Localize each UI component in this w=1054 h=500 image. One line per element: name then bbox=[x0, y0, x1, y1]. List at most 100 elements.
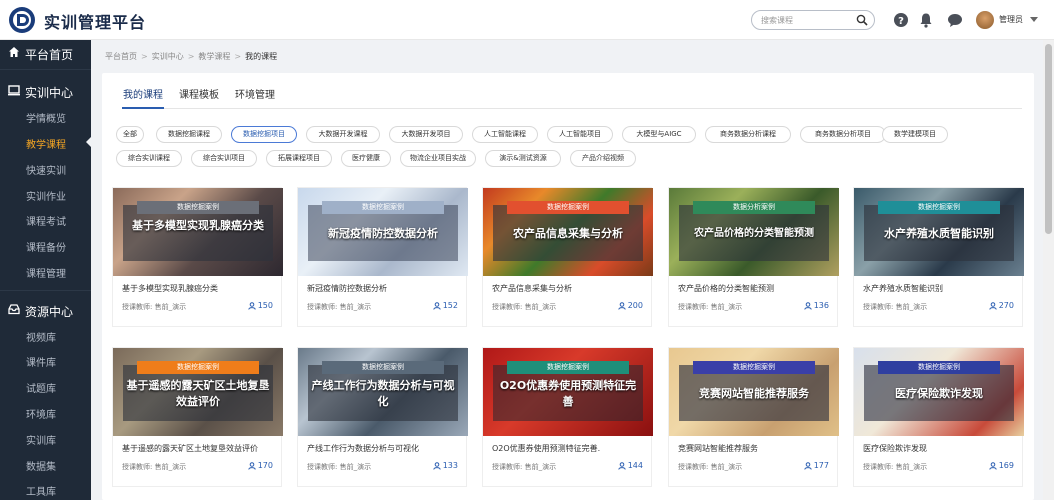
sidebar-item-environments[interactable]: 环境库 bbox=[26, 406, 56, 421]
filter-chip[interactable]: 全部 bbox=[116, 126, 144, 143]
course-name[interactable]: O2O优惠券使用预测特征完善. bbox=[492, 443, 647, 454]
user-icon bbox=[804, 462, 812, 470]
filter-chip[interactable]: 演示&测试资源 bbox=[485, 150, 561, 167]
sidebar-item-courses[interactable]: 教学课程 bbox=[26, 136, 66, 151]
course-name[interactable]: 基于多模型实现乳腺癌分类 bbox=[122, 283, 277, 294]
course-card[interactable]: 数据挖掘案例 农产品信息采集与分析 农产品信息采集与分析 授课教师: 售前_演示… bbox=[482, 187, 653, 327]
course-card[interactable]: 数据挖掘案例 基于多模型实现乳腺癌分类 基于多模型实现乳腺癌分类 授课教师: 售… bbox=[112, 187, 283, 327]
course-thumbnail[interactable]: 数据挖掘案例 基于多模型实现乳腺癌分类 bbox=[113, 188, 283, 276]
thumbnail-title: 新冠疫情防控数据分析 bbox=[328, 227, 438, 240]
course-card[interactable]: 数据分析案例 农产品价格的分类智能预测 农产品价格的分类智能预测 授课教师: 售… bbox=[668, 187, 839, 327]
chat-icon[interactable] bbox=[947, 12, 963, 28]
filter-chip[interactable]: 商务数据分析课程 bbox=[705, 126, 791, 143]
user-icon bbox=[804, 302, 812, 310]
sidebar-item-exams[interactable]: 课程考试 bbox=[26, 213, 66, 228]
course-thumbnail[interactable]: 数据挖掘案例 O2O优惠券使用预测特征完善 bbox=[483, 348, 653, 436]
view-count-value: 144 bbox=[627, 461, 643, 470]
course-name[interactable]: 农产品信息采集与分析 bbox=[492, 283, 647, 294]
sidebar-item-quick-training[interactable]: 快速实训 bbox=[26, 162, 66, 177]
course-name[interactable]: 医疗保险欺诈发现 bbox=[863, 443, 1018, 454]
filter-chip[interactable]: 大模型与AIGC bbox=[622, 126, 696, 143]
course-thumbnail[interactable]: 数据挖掘案例 水产养殖水质智能识别 bbox=[854, 188, 1024, 276]
course-thumbnail[interactable]: 数据挖掘案例 医疗保险欺诈发现 bbox=[854, 348, 1024, 436]
course-name[interactable]: 水产养殖水质智能识别 bbox=[863, 283, 1018, 294]
breadcrumb-courses[interactable]: 教学课程 bbox=[198, 51, 230, 62]
course-teacher: 授课教师: 售前_演示 bbox=[492, 463, 557, 471]
sidebar-item-questions[interactable]: 试题库 bbox=[26, 380, 56, 395]
course-card[interactable]: 数据挖掘案例 新冠疫情防控数据分析 新冠疫情防控数据分析 授课教师: 售前_演示… bbox=[297, 187, 468, 327]
filter-chip[interactable]: 数据挖掘课程 bbox=[156, 126, 222, 143]
thumbnail-title: O2O优惠券使用预测特征完善 bbox=[499, 379, 637, 408]
view-count: 136 bbox=[804, 301, 829, 310]
filter-chip[interactable]: 拓展课程项目 bbox=[266, 150, 332, 167]
course-name[interactable]: 产线工作行为数据分析与可视化 bbox=[307, 443, 462, 454]
search-icon[interactable] bbox=[856, 14, 868, 26]
chevron-down-icon[interactable] bbox=[1030, 17, 1038, 22]
filter-chip[interactable]: 大数据开发项目 bbox=[389, 126, 463, 143]
sidebar-item-overview[interactable]: 学情概览 bbox=[26, 110, 66, 125]
course-teacher: 授课教师: 售前_演示 bbox=[492, 303, 557, 311]
tab-my-courses[interactable]: 我的课程 bbox=[123, 86, 163, 101]
bell-icon[interactable] bbox=[918, 12, 934, 28]
tab-environment[interactable]: 环境管理 bbox=[235, 86, 275, 101]
view-count-value: 177 bbox=[813, 461, 829, 470]
course-name[interactable]: 农产品价格的分类智能预测 bbox=[678, 283, 833, 294]
course-card[interactable]: 数据挖掘案例 竞赛网站智能推荐服务 竞赛网站智能推荐服务 授课教师: 售前_演示… bbox=[668, 347, 839, 487]
filter-chip[interactable]: 人工智能项目 bbox=[547, 126, 613, 143]
sidebar-item-homework[interactable]: 实训作业 bbox=[26, 188, 66, 203]
filter-chip[interactable]: 物流企业项目实战 bbox=[400, 150, 476, 167]
user-icon bbox=[433, 302, 441, 310]
course-card[interactable]: 数据挖掘案例 基于遥感的露天矿区土地复垦效益评价 基于遥感的露天矿区土地复垦效益… bbox=[112, 347, 283, 487]
tab-course-templates[interactable]: 课程模板 bbox=[179, 86, 219, 101]
view-count: 150 bbox=[248, 301, 273, 310]
user-name[interactable]: 管理员 bbox=[999, 14, 1023, 25]
filter-chip[interactable]: 综合实训课程 bbox=[116, 150, 182, 167]
sidebar-item-slides[interactable]: 课件库 bbox=[26, 354, 56, 369]
course-teacher: 授课教师: 售前_演示 bbox=[307, 303, 372, 311]
scrollbar-thumb[interactable] bbox=[1045, 44, 1052, 234]
filter-chip[interactable]: 数学建模项目 bbox=[882, 126, 948, 143]
sidebar-item-backup[interactable]: 课程备份 bbox=[26, 239, 66, 254]
filter-chip[interactable]: 产品介绍视频 bbox=[570, 150, 636, 167]
avatar[interactable] bbox=[976, 11, 994, 29]
course-card[interactable]: 数据挖掘案例 医疗保险欺诈发现 医疗保险欺诈发现 授课教师: 售前_演示 169 bbox=[853, 347, 1024, 487]
course-teacher: 授课教师: 售前_演示 bbox=[307, 463, 372, 471]
breadcrumb-training[interactable]: 实训中心 bbox=[152, 51, 184, 62]
course-thumbnail[interactable]: 数据挖掘案例 新冠疫情防控数据分析 bbox=[298, 188, 468, 276]
course-card[interactable]: 数据挖掘案例 水产养殖水质智能识别 水产养殖水质智能识别 授课教师: 售前_演示… bbox=[853, 187, 1024, 327]
search-box[interactable] bbox=[751, 10, 875, 30]
filter-chip-active[interactable]: 数据挖掘项目 bbox=[231, 126, 297, 143]
course-name[interactable]: 基于遥感的露天矿区土地复垦效益评价 bbox=[122, 443, 277, 454]
filter-chip[interactable]: 人工智能课程 bbox=[472, 126, 538, 143]
course-thumbnail[interactable]: 数据挖掘案例 产线工作行为数据分析与可视化 bbox=[298, 348, 468, 436]
sidebar-item-videos[interactable]: 视频库 bbox=[26, 329, 56, 344]
course-thumbnail[interactable]: 数据分析案例 农产品价格的分类智能预测 bbox=[669, 188, 839, 276]
course-category-badge: 数据挖掘案例 bbox=[878, 201, 1000, 214]
course-teacher: 授课教师: 售前_演示 bbox=[122, 303, 187, 311]
view-count: 152 bbox=[433, 301, 458, 310]
filter-chip[interactable]: 医疗健康 bbox=[341, 150, 391, 167]
course-thumbnail[interactable]: 数据挖掘案例 农产品信息采集与分析 bbox=[483, 188, 653, 276]
view-count: 177 bbox=[804, 461, 829, 470]
help-icon[interactable]: ? bbox=[893, 12, 909, 28]
sidebar-item-tools[interactable]: 工具库 bbox=[26, 483, 56, 498]
course-name[interactable]: 新冠疫情防控数据分析 bbox=[307, 283, 462, 294]
course-category-badge: 数据分析案例 bbox=[693, 201, 815, 214]
page-scrollbar[interactable] bbox=[1043, 40, 1054, 500]
user-icon bbox=[248, 302, 256, 310]
filter-chip[interactable]: 商务数据分析项目 bbox=[800, 126, 886, 143]
sidebar-item-trainings[interactable]: 实训库 bbox=[26, 432, 56, 447]
filter-chip[interactable]: 综合实训项目 bbox=[191, 150, 257, 167]
breadcrumb-home[interactable]: 平台首页 bbox=[105, 51, 137, 62]
view-count: 169 bbox=[989, 461, 1014, 470]
sidebar-item-datasets[interactable]: 数据集 bbox=[26, 458, 56, 473]
course-card[interactable]: 数据挖掘案例 产线工作行为数据分析与可视化 产线工作行为数据分析与可视化 授课教… bbox=[297, 347, 468, 487]
course-name[interactable]: 竞赛网站智能推荐服务 bbox=[678, 443, 833, 454]
active-indicator bbox=[86, 137, 91, 147]
sidebar-item-course-manage[interactable]: 课程管理 bbox=[26, 265, 66, 280]
search-input[interactable] bbox=[761, 13, 851, 27]
course-thumbnail[interactable]: 数据挖掘案例 竞赛网站智能推荐服务 bbox=[669, 348, 839, 436]
filter-chip[interactable]: 大数据开发课程 bbox=[306, 126, 380, 143]
course-card[interactable]: 数据挖掘案例 O2O优惠券使用预测特征完善 O2O优惠券使用预测特征完善. 授课… bbox=[482, 347, 653, 487]
course-thumbnail[interactable]: 数据挖掘案例 基于遥感的露天矿区土地复垦效益评价 bbox=[113, 348, 283, 436]
